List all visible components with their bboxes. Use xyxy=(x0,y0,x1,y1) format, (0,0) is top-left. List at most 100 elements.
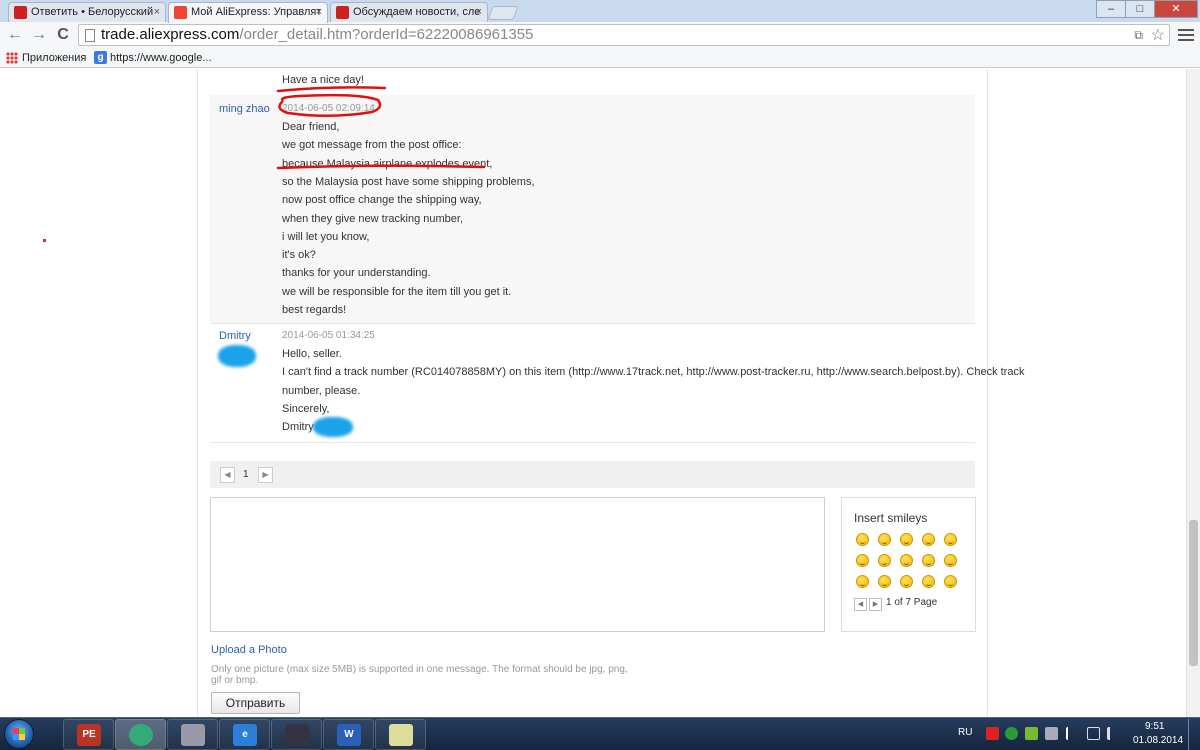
smiley-prev-button[interactable]: ◀ xyxy=(854,598,867,611)
utorrent-tray-icon[interactable] xyxy=(1005,727,1018,740)
upload-photo-link[interactable]: Upload a Photo xyxy=(211,644,287,656)
nvidia-tray-icon[interactable] xyxy=(1025,727,1038,740)
smiley-icon[interactable] xyxy=(900,575,913,588)
smiley-next-button[interactable]: ▶ xyxy=(869,598,882,611)
message-line: Sincerely, xyxy=(282,402,330,415)
smiley-icon[interactable] xyxy=(856,554,869,567)
taskbar-floppy-disk[interactable] xyxy=(271,719,322,750)
bookmarks-bar: Приложения g https://www.google... xyxy=(0,48,1200,68)
bookmark-label: Приложения xyxy=(22,52,87,64)
start-button[interactable] xyxy=(4,719,34,749)
bookmark-label: https://www.google... xyxy=(110,52,212,64)
message-line: i will let you know, xyxy=(282,230,370,243)
message-line: thanks for your understanding. xyxy=(282,267,431,280)
message-line: so the Malaysia post have some shipping … xyxy=(282,175,535,188)
tab-close-icon[interactable]: × xyxy=(476,3,482,22)
surname-redacted xyxy=(313,417,353,437)
minimize-button[interactable]: – xyxy=(1096,0,1126,18)
taskbar-chrome[interactable] xyxy=(115,719,166,750)
internet-explorer-icon: e xyxy=(233,724,257,746)
antivirus-tray-icon[interactable] xyxy=(986,727,999,740)
usb-tray-icon[interactable] xyxy=(1045,727,1058,740)
message-line: because Malaysia airplane explodes event… xyxy=(282,157,493,170)
calculator-icon xyxy=(181,724,205,746)
smiley-icon[interactable] xyxy=(944,554,957,567)
language-indicator[interactable]: RU xyxy=(958,727,972,738)
clock-date[interactable]: 01.08.2014 xyxy=(1133,735,1183,746)
taskbar-calculator[interactable] xyxy=(167,719,218,750)
smiley-page-info: 1 of 7 Page xyxy=(886,597,938,608)
paint-icon xyxy=(389,724,413,746)
message-line: I can't find a track number (RC014078858… xyxy=(282,366,1025,379)
message-line: Dear friend, xyxy=(282,121,340,133)
tab-close-icon[interactable]: × xyxy=(316,3,322,22)
smiley-icon[interactable] xyxy=(900,554,913,567)
clock-time[interactable]: 9:51 xyxy=(1145,721,1164,732)
avatar-redacted xyxy=(218,345,256,367)
smiley-icon[interactable] xyxy=(856,575,869,588)
message-author[interactable]: ming zhao xyxy=(219,103,270,115)
tab-aliexpress[interactable]: Мой AliExpress: Управлят × xyxy=(168,2,328,23)
message-line: number, please. xyxy=(282,384,361,397)
smiley-icon[interactable] xyxy=(856,533,869,546)
message-time: 2014-06-05 02:09:14 xyxy=(282,103,375,114)
smiley-icon[interactable] xyxy=(878,575,891,588)
message-line: best regards! xyxy=(282,304,347,316)
smiley-icon[interactable] xyxy=(944,533,957,546)
forward-button[interactable]: → xyxy=(28,24,50,46)
message-line: Hello, seller. xyxy=(282,348,342,360)
message-line: it's ok? xyxy=(282,249,316,262)
taskbar-internet-explorer[interactable]: e xyxy=(219,719,270,750)
bookmark-star-icon[interactable]: ☆ xyxy=(1151,25,1165,45)
back-button[interactable]: ← xyxy=(4,24,26,46)
url-text[interactable]: trade.aliexpress.com/order_detail.htm?or… xyxy=(101,26,533,44)
tab-title: Ответить • Белорусский xyxy=(31,6,154,18)
taskbar-pe-explorer[interactable]: PE xyxy=(63,719,114,750)
smiley-icon[interactable] xyxy=(922,575,935,588)
smiley-icon[interactable] xyxy=(900,533,913,546)
smiley-panel: Insert smileys ◀ ▶ 1 of 7 Page xyxy=(841,497,976,632)
message-line: we will be responsible for the item till… xyxy=(282,285,512,298)
taskbar-paint[interactable] xyxy=(375,719,426,750)
volume-tray-icon[interactable] xyxy=(1107,727,1120,740)
tab-belarusian-forum[interactable]: Ответить • Белорусский × xyxy=(8,2,166,22)
show-desktop-button[interactable] xyxy=(1188,719,1199,750)
address-bar[interactable]: trade.aliexpress.com/order_detail.htm?or… xyxy=(78,24,1170,46)
browser-titlebar: Ответить • Белорусский × Мой AliExpress:… xyxy=(0,0,1200,23)
tab-news-discussion[interactable]: Обсуждаем новости, сле × xyxy=(330,2,488,22)
floppy-disk-icon xyxy=(285,724,309,746)
smiley-icon[interactable] xyxy=(922,533,935,546)
pager-current-page[interactable]: 1 xyxy=(243,469,249,480)
smiley-icon[interactable] xyxy=(878,533,891,546)
scrollbar-thumb[interactable] xyxy=(1189,520,1198,666)
pe-explorer-icon: PE xyxy=(77,724,101,746)
new-tab-button[interactable] xyxy=(487,6,519,20)
chrome-menu-icon[interactable] xyxy=(1178,26,1194,42)
google-icon: g xyxy=(94,51,107,64)
right-divider xyxy=(987,69,988,717)
flag-tray-icon[interactable] xyxy=(1066,727,1079,740)
pager-next-button[interactable]: ▶ xyxy=(258,467,273,483)
maximize-button[interactable]: □ xyxy=(1125,0,1155,18)
bookmark-apps[interactable]: Приложения xyxy=(6,51,86,65)
smiley-icon[interactable] xyxy=(878,554,891,567)
message-line: when they give new tracking number, xyxy=(282,212,463,225)
bookmark-google[interactable]: g https://www.google... xyxy=(94,51,212,65)
tab-close-icon[interactable]: × xyxy=(154,3,160,22)
reload-button[interactable]: C xyxy=(52,24,74,46)
pager-prev-button[interactable]: ◀ xyxy=(220,467,235,483)
page-scrollbar[interactable] xyxy=(1186,69,1200,717)
reply-textarea[interactable] xyxy=(210,497,825,632)
smiley-icon[interactable] xyxy=(922,554,935,567)
network-tray-icon[interactable] xyxy=(1087,727,1100,740)
message-author[interactable]: Dmitry xyxy=(219,330,251,342)
smiley-icon[interactable] xyxy=(944,575,957,588)
translate-icon[interactable]: ⧉ xyxy=(1134,28,1143,43)
upload-hint: Only one picture (max size 5MB) is suppo… xyxy=(211,664,628,686)
word-icon: W xyxy=(337,724,361,746)
taskbar-word[interactable]: W xyxy=(323,719,374,750)
forum-favicon-icon xyxy=(14,6,27,19)
tab-title: Обсуждаем новости, сле xyxy=(353,6,481,18)
close-window-button[interactable]: ✕ xyxy=(1154,0,1198,18)
send-button[interactable]: Отправить xyxy=(211,692,300,714)
